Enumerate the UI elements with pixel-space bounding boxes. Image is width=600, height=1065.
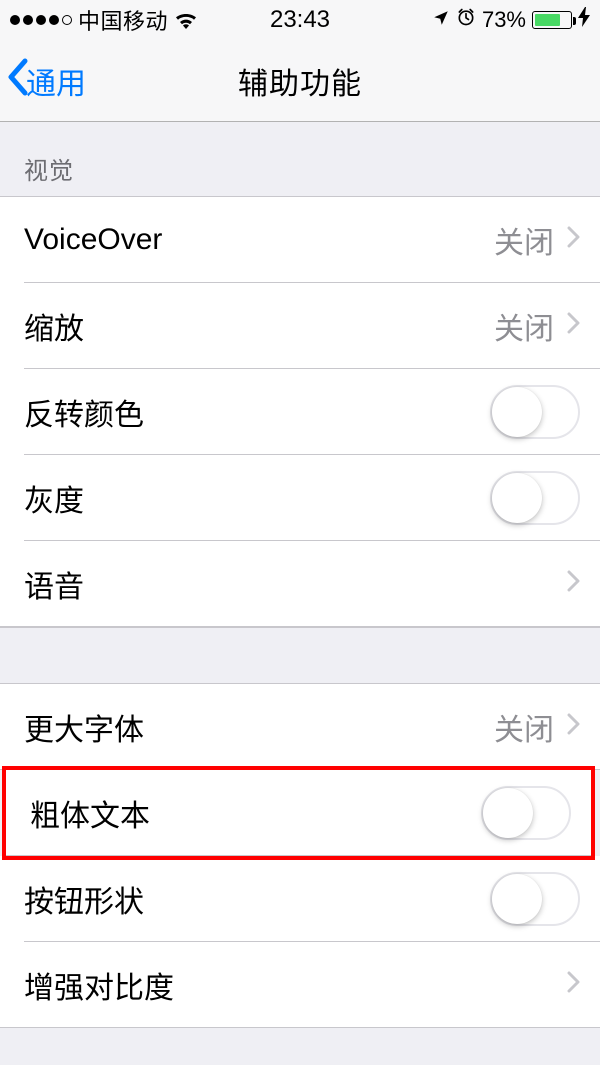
back-label: 通用 <box>26 59 86 103</box>
section-spacer <box>0 627 600 683</box>
chevron-right-icon <box>566 310 580 342</box>
list-vision: VoiceOver 关闭 缩放 关闭 反转颜色 灰度 语音 <box>0 196 600 627</box>
status-time: 23:43 <box>270 6 330 34</box>
status-left: 中国移动 <box>10 4 198 36</box>
row-button-shapes[interactable]: 按钮形状 <box>0 856 600 942</box>
toggle-grayscale[interactable] <box>490 471 580 525</box>
toggle-bold-text[interactable] <box>481 786 571 840</box>
row-value: 关闭 <box>494 705 554 749</box>
highlight-annotation: 粗体文本 <box>2 766 595 860</box>
row-label: 灰度 <box>24 476 490 520</box>
chevron-right-icon <box>566 224 580 256</box>
row-label: 更大字体 <box>24 705 494 749</box>
section-header-vision: 视觉 <box>0 122 600 196</box>
row-label: 增强对比度 <box>24 963 566 1007</box>
row-speech[interactable]: 语音 <box>0 541 600 627</box>
content-scroll[interactable]: 视觉 VoiceOver 关闭 缩放 关闭 反转颜色 灰度 语音 <box>0 122 600 1065</box>
signal-strength-icon <box>10 15 72 25</box>
list-text-continued: 按钮形状 增强对比度 <box>0 856 600 1028</box>
chevron-right-icon <box>566 969 580 1001</box>
navigation-bar: 通用 辅助功能 <box>0 40 600 122</box>
list-text: 更大字体 关闭 <box>0 683 600 770</box>
row-invert-colors[interactable]: 反转颜色 <box>0 369 600 455</box>
row-larger-text[interactable]: 更大字体 关闭 <box>0 684 600 770</box>
row-voiceover[interactable]: VoiceOver 关闭 <box>0 197 600 283</box>
carrier-label: 中国移动 <box>78 4 168 36</box>
status-right: 73% <box>432 7 590 33</box>
chevron-right-icon <box>566 568 580 600</box>
chevron-left-icon <box>6 58 28 104</box>
row-label: 粗体文本 <box>30 791 481 835</box>
row-value: 关闭 <box>494 218 554 262</box>
battery-icon <box>532 11 572 29</box>
row-label: 按钮形状 <box>24 877 490 921</box>
row-zoom[interactable]: 缩放 关闭 <box>0 283 600 369</box>
row-label: 反转颜色 <box>24 390 490 434</box>
row-label: 缩放 <box>24 304 494 348</box>
row-label: VoiceOver <box>24 223 494 257</box>
page-title: 辅助功能 <box>238 59 362 103</box>
row-value: 关闭 <box>494 304 554 348</box>
status-bar: 中国移动 23:43 73% <box>0 0 600 40</box>
toggle-invert-colors[interactable] <box>490 385 580 439</box>
toggle-button-shapes[interactable] <box>490 872 580 926</box>
row-bold-text[interactable]: 粗体文本 <box>6 770 591 856</box>
location-icon <box>432 7 450 33</box>
alarm-icon <box>456 7 476 33</box>
row-label: 语音 <box>24 562 566 606</box>
back-button[interactable]: 通用 <box>6 40 86 121</box>
battery-percent: 73% <box>482 7 526 33</box>
row-increase-contrast[interactable]: 增强对比度 <box>0 942 600 1028</box>
row-grayscale[interactable]: 灰度 <box>0 455 600 541</box>
chevron-right-icon <box>566 711 580 743</box>
charging-icon <box>578 7 590 33</box>
wifi-icon <box>174 11 198 29</box>
